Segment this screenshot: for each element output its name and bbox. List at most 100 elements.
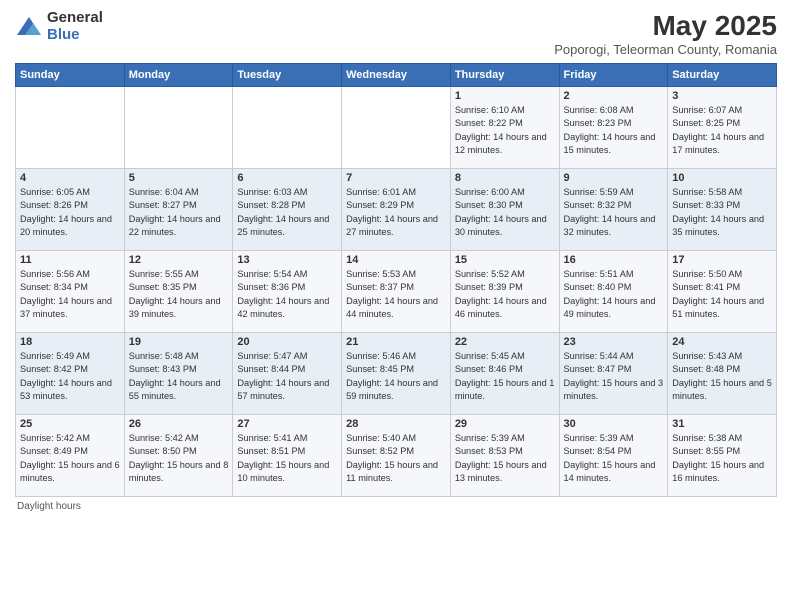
title-block: May 2025 Poporogi, Teleorman County, Rom… <box>554 10 777 57</box>
day-info: Sunrise: 5:47 AMSunset: 8:44 PMDaylight:… <box>237 350 337 403</box>
sunset-text: Sunset: 8:46 PM <box>455 364 523 374</box>
day-cell <box>16 87 125 169</box>
day-info: Sunrise: 5:52 AMSunset: 8:39 PMDaylight:… <box>455 268 555 321</box>
day-number: 14 <box>346 254 446 266</box>
daylight-text: Daylight: 14 hours and 39 minutes. <box>129 296 221 319</box>
day-cell: 16Sunrise: 5:51 AMSunset: 8:40 PMDayligh… <box>559 251 668 333</box>
day-number: 21 <box>346 336 446 348</box>
day-cell: 3 Sunrise: 6:07 AMSunset: 8:25 PMDaylight… <box>668 87 777 169</box>
daylight-text: Daylight: 14 hours and 51 minutes. <box>672 296 764 319</box>
page: General Blue May 2025 Poporogi, Teleorma… <box>0 0 792 612</box>
day-info: Sunrise: 5:41 AM Sunset: 8:51 PM Daylight:… <box>237 432 337 485</box>
daylight-text: Daylight: 14 hours and 59 minutes. <box>346 378 438 401</box>
day-info: Sunrise: 6:05 AMSunset: 8:26 PMDaylight:… <box>20 186 120 239</box>
day-info: Sunrise: 5:54 AMSunset: 8:36 PMDaylight:… <box>237 268 337 321</box>
daylight-text: Daylight: 14 hours and 25 minutes. <box>237 214 329 237</box>
day-cell: 5Sunrise: 6:04 AMSunset: 8:27 PMDaylight… <box>124 169 233 251</box>
sunrise-text: Sunrise: 5:47 AM <box>237 351 307 361</box>
day-info: Sunrise: 6:04 AM Sunset: 8:27 PM Daylight:… <box>129 186 229 239</box>
day-info: Sunrise: 6:07 AMSunset: 8:25 PMDaylight:… <box>672 104 772 157</box>
day-cell: 17Sunrise: 5:50 AMSunset: 8:41 PMDayligh… <box>668 251 777 333</box>
daylight-text: Daylight: 15 hours and 5 minutes. <box>672 378 772 401</box>
day-number: 3 <box>672 90 772 102</box>
sunset-text: Sunset: 8:40 PM <box>564 282 632 292</box>
day-info: Sunrise: 6:10 AMSunset: 8:22 PMDaylight:… <box>455 104 555 157</box>
day-number: 4 <box>20 172 120 184</box>
daylight-text: Daylight: 15 hours and 13 minutes. <box>455 460 547 483</box>
day-number: 29 <box>455 418 555 430</box>
week-row-3: 11Sunrise: 5:56 AMSunset: 8:34 PMDayligh… <box>16 251 777 333</box>
sunset-text: Sunset: 8:36 PM <box>237 282 305 292</box>
column-header-monday: Monday <box>124 64 233 87</box>
daylight-text: Daylight: 15 hours and 10 minutes. <box>237 460 329 483</box>
day-info: Sunrise: 5:46 AMSunset: 8:45 PMDaylight:… <box>346 350 446 403</box>
day-number: 6 <box>237 172 337 184</box>
sunrise-text: Sunrise: 5:38 AM <box>672 433 742 443</box>
day-info: Sunrise: 5:42 AMSunset: 8:50 PMDaylight:… <box>129 432 229 485</box>
day-number: 2 <box>564 90 664 102</box>
daylight-text: Daylight: 15 hours and 14 minutes. <box>564 460 656 483</box>
day-number: 15 <box>455 254 555 266</box>
week-row-2: 4 Sunrise: 6:05 AMSunset: 8:26 PMDaylight… <box>16 169 777 251</box>
day-cell: 20 Sunrise: 5:47 AMSunset: 8:44 PMDayligh… <box>233 333 342 415</box>
sunset-text: Sunset: 8:52 PM <box>346 446 414 456</box>
day-number: 20 <box>237 336 337 348</box>
day-cell <box>342 87 451 169</box>
sunrise-text: Sunrise: 5:51 AM <box>564 269 634 279</box>
day-cell: 29Sunrise: 5:39 AMSunset: 8:53 PMDayligh… <box>450 415 559 497</box>
sunset-text: Sunset: 8:43 PM <box>129 364 197 374</box>
day-number: 25 <box>20 418 120 430</box>
sunset-text: Sunset: 8:51 PM <box>237 446 305 456</box>
day-info: Sunrise: 6:00 AMSunset: 8:30 PMDaylight:… <box>455 186 555 239</box>
day-info: Sunrise: 5:59 AMSunset: 8:32 PMDaylight:… <box>564 186 664 239</box>
daylight-text: Daylight: 14 hours and 12 minutes. <box>455 132 547 155</box>
day-info: Sunrise: 6:03 AMSunset: 8:28 PMDaylight:… <box>237 186 337 239</box>
sunset-text: Sunset: 8:29 PM <box>346 200 414 210</box>
daylight-text: Daylight: 14 hours and 55 minutes. <box>129 378 221 401</box>
logo-blue-text: Blue <box>47 27 103 44</box>
day-number: 30 <box>564 418 664 430</box>
daylight-text: Daylight: 14 hours and 27 minutes. <box>346 214 438 237</box>
daylight-text: Daylight: 15 hours and 11 minutes. <box>346 460 438 483</box>
day-info: Sunrise: 5:43 AMSunset: 8:48 PMDaylight:… <box>672 350 772 403</box>
sunrise-text: Sunrise: 6:03 AM <box>237 187 307 197</box>
sunrise-text: Sunrise: 5:48 AM <box>129 351 199 361</box>
sunset-text: Sunset: 8:22 PM <box>455 118 523 128</box>
week-row-5: 25Sunrise: 5:42 AMSunset: 8:49 PMDayligh… <box>16 415 777 497</box>
day-info: Sunrise: 5:58 AMSunset: 8:33 PMDaylight:… <box>672 186 772 239</box>
sunset-text: Sunset: 8:32 PM <box>564 200 632 210</box>
day-cell: 26Sunrise: 5:42 AMSunset: 8:50 PMDayligh… <box>124 415 233 497</box>
day-cell: 31Sunrise: 5:38 AMSunset: 8:55 PMDayligh… <box>668 415 777 497</box>
day-number: 18 <box>20 336 120 348</box>
day-number: 19 <box>129 336 229 348</box>
day-number: 13 <box>237 254 337 266</box>
day-info: Sunrise: 5:45 AMSunset: 8:46 PMDaylight:… <box>455 350 555 403</box>
daylight-text: Daylight: 14 hours and 44 minutes. <box>346 296 438 319</box>
daylight-text: Daylight: 15 hours and 1 minute. <box>455 378 555 401</box>
day-info: Sunrise: 5:40 AMSunset: 8:52 PMDaylight:… <box>346 432 446 485</box>
footer-note: Daylight hours <box>15 501 777 512</box>
sunset-text: Sunset: 8:33 PM <box>672 200 740 210</box>
daylight-text: Daylight: 14 hours and 22 minutes. <box>129 214 221 237</box>
sunset-text: Sunset: 8:30 PM <box>455 200 523 210</box>
day-cell <box>124 87 233 169</box>
sunset-text: Sunset: 8:27 PM <box>129 200 197 210</box>
sunrise-text: Sunrise: 6:04 AM <box>129 187 199 197</box>
day-info: Sunrise: 5:44 AMSunset: 8:47 PMDaylight:… <box>564 350 664 403</box>
sunrise-text: Sunrise: 5:42 AM <box>129 433 199 443</box>
day-number: 27 <box>237 418 337 430</box>
sunrise-text: Sunrise: 5:44 AM <box>564 351 634 361</box>
sunrise-text: Sunrise: 6:08 AM <box>564 105 634 115</box>
day-number: 22 <box>455 336 555 348</box>
column-header-sunday: Sunday <box>16 64 125 87</box>
daylight-text: Daylight: 15 hours and 16 minutes. <box>672 460 764 483</box>
day-info: Sunrise: 5:38 AMSunset: 8:55 PMDaylight:… <box>672 432 772 485</box>
day-cell: 13 Sunrise: 5:54 AMSunset: 8:36 PMDayligh… <box>233 251 342 333</box>
daylight-text: Daylight: 14 hours and 46 minutes. <box>455 296 547 319</box>
sunset-text: Sunset: 8:42 PM <box>20 364 88 374</box>
sunrise-text: Sunrise: 5:41 AM <box>237 433 307 443</box>
day-cell: 18Sunrise: 5:49 AMSunset: 8:42 PMDayligh… <box>16 333 125 415</box>
day-cell: 9Sunrise: 5:59 AMSunset: 8:32 PMDaylight… <box>559 169 668 251</box>
sunset-text: Sunset: 8:41 PM <box>672 282 740 292</box>
day-number: 24 <box>672 336 772 348</box>
